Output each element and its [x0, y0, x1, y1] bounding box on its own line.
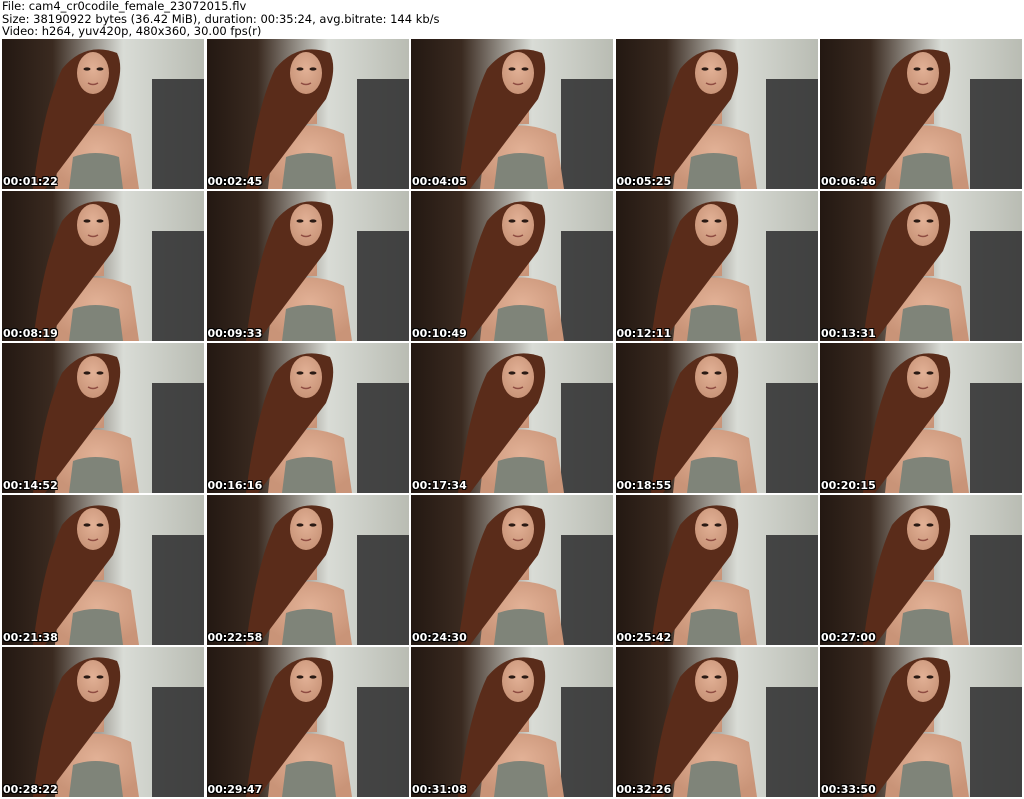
video-thumbnail: 00:24:30: [411, 495, 613, 645]
thumbnail-frame-image: [411, 343, 613, 493]
video-thumbnail: 00:20:15: [820, 343, 1022, 493]
thumbnail-frame-image: [2, 343, 204, 493]
thumbnail-frame-image: [206, 647, 409, 797]
thumbnail-timestamp: 00:10:49: [412, 327, 467, 340]
thumbnail-timestamp: 00:13:31: [821, 327, 876, 340]
video-info-line: Video: h264, yuv420p, 480x360, 30.00 fps…: [2, 24, 262, 38]
thumbnail-frame-image: [820, 191, 1022, 341]
video-thumbnail: 00:21:38: [2, 495, 204, 645]
thumbnail-frame-image: [820, 39, 1022, 189]
thumbnail-frame-image: [206, 39, 409, 189]
thumbnail-timestamp: 00:14:52: [3, 479, 58, 492]
thumbnail-frame-image: [411, 191, 613, 341]
thumbnail-timestamp: 00:06:46: [821, 175, 876, 188]
thumbnail-timestamp: 00:17:34: [412, 479, 467, 492]
file-name-line: File: cam4_cr0codile_female_23072015.flv: [2, 0, 247, 13]
video-thumbnail: 00:31:08: [411, 647, 613, 797]
video-thumbnail: 00:13:31: [820, 191, 1022, 341]
video-thumbnail: 00:01:22: [2, 39, 204, 189]
video-thumbnail: 00:14:52: [2, 343, 204, 493]
thumbnail-timestamp: 00:22:58: [207, 631, 263, 644]
thumbnail-frame-image: [820, 495, 1022, 645]
thumbnail-timestamp: 00:27:00: [821, 631, 876, 644]
thumbnail-frame-image: [411, 39, 613, 189]
thumbnail-frame-image: [615, 191, 818, 341]
thumbnail-timestamp: 00:09:33: [207, 327, 263, 340]
thumbnail-timestamp: 00:21:38: [3, 631, 58, 644]
video-thumbnail: 00:18:55: [615, 343, 818, 493]
thumbnail-frame-image: [206, 495, 409, 645]
thumbnail-timestamp: 00:20:15: [821, 479, 876, 492]
thumbnail-timestamp: 00:25:42: [616, 631, 672, 644]
video-thumbnail: 00:16:16: [206, 343, 409, 493]
video-thumbnail: 00:02:45: [206, 39, 409, 189]
thumbnail-timestamp: 00:16:16: [207, 479, 263, 492]
file-info-header: File: cam4_cr0codile_female_23072015.flv…: [2, 0, 1020, 38]
thumbnail-frame-image: [411, 647, 613, 797]
thumbnail-frame-image: [206, 191, 409, 341]
thumbnail-timestamp: 00:31:08: [412, 783, 467, 796]
thumbnail-frame-image: [2, 495, 204, 645]
thumbnail-timestamp: 00:04:05: [412, 175, 467, 188]
video-thumbnail: 00:10:49: [411, 191, 613, 341]
thumbnail-timestamp: 00:05:25: [616, 175, 672, 188]
thumbnail-frame-image: [615, 343, 818, 493]
thumbnail-timestamp: 00:24:30: [412, 631, 467, 644]
thumbnail-timestamp: 00:32:26: [616, 783, 672, 796]
video-thumbnail: 00:25:42: [615, 495, 818, 645]
video-thumbnail: 00:33:50: [820, 647, 1022, 797]
thumbnail-frame-image: [206, 343, 409, 493]
thumbnail-frame-image: [2, 191, 204, 341]
thumbnail-frame-image: [820, 343, 1022, 493]
video-thumbnail: 00:09:33: [206, 191, 409, 341]
thumbnail-timestamp: 00:28:22: [3, 783, 58, 796]
thumbnail-timestamp: 00:01:22: [3, 175, 58, 188]
thumbnail-grid: 00:01:22 00:02:45 00:04:05 00:05:25 00:06:46…: [2, 39, 1022, 797]
thumbnail-timestamp: 00:33:50: [821, 783, 876, 796]
thumbnail-timestamp: 00:29:47: [207, 783, 263, 796]
thumbnail-frame-image: [2, 647, 204, 797]
video-thumbnail: 00:28:22: [2, 647, 204, 797]
video-thumbnail: 00:32:26: [615, 647, 818, 797]
video-thumbnail: 00:05:25: [615, 39, 818, 189]
thumbnail-frame-image: [615, 647, 818, 797]
thumbnail-frame-image: [615, 495, 818, 645]
thumbnail-frame-image: [2, 39, 204, 189]
thumbnail-timestamp: 00:08:19: [3, 327, 58, 340]
video-thumbnail: 00:29:47: [206, 647, 409, 797]
thumbnail-frame-image: [820, 647, 1022, 797]
thumbnail-timestamp: 00:02:45: [207, 175, 263, 188]
video-thumbnail: 00:06:46: [820, 39, 1022, 189]
video-thumbnail: 00:08:19: [2, 191, 204, 341]
thumbnail-timestamp: 00:18:55: [616, 479, 672, 492]
thumbnail-timestamp: 00:12:11: [616, 327, 672, 340]
video-thumbnail: 00:22:58: [206, 495, 409, 645]
thumbnail-frame-image: [411, 495, 613, 645]
video-thumbnail: 00:27:00: [820, 495, 1022, 645]
video-thumbnail: 00:17:34: [411, 343, 613, 493]
video-thumbnail: 00:04:05: [411, 39, 613, 189]
video-thumbnail: 00:12:11: [615, 191, 818, 341]
thumbnail-frame-image: [615, 39, 818, 189]
